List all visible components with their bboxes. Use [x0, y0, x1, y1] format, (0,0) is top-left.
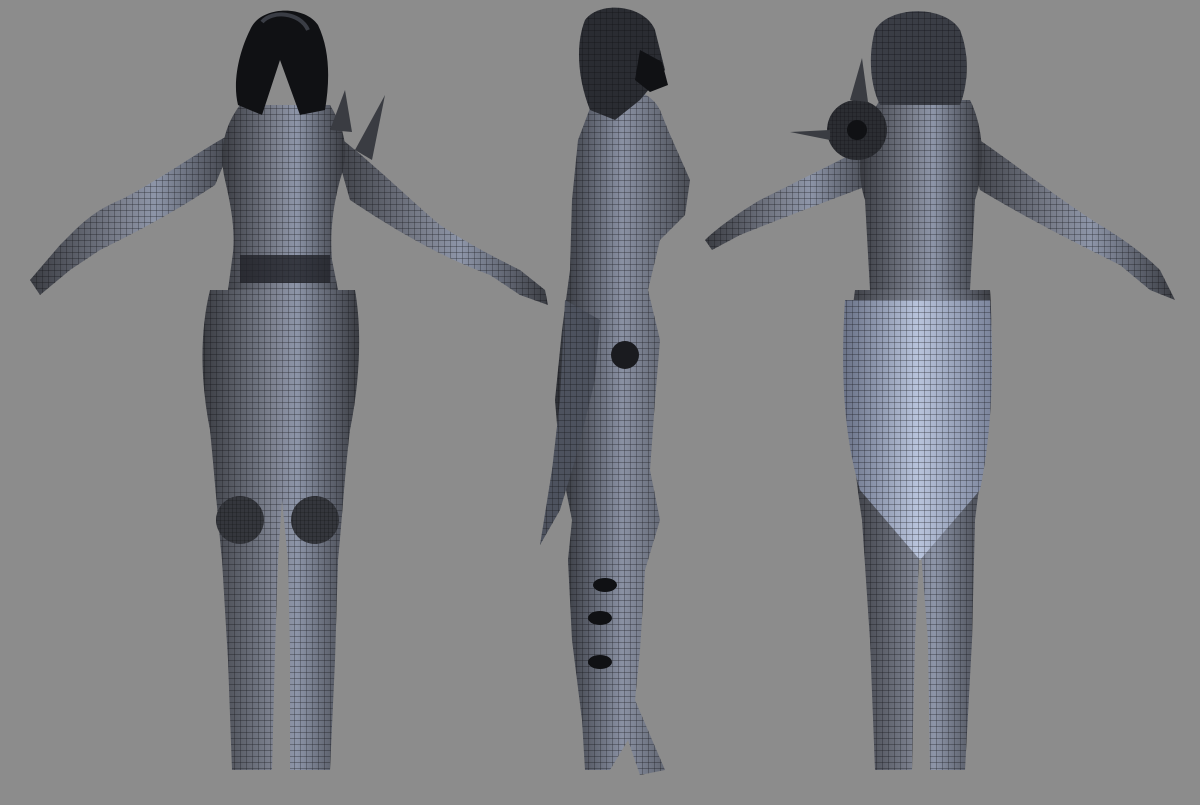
hair	[235, 10, 329, 116]
figure-side-view	[540, 7, 690, 776]
figure-back-view	[705, 11, 1175, 770]
figure-front-view	[30, 10, 548, 770]
wireframe-viewport	[30, 7, 1175, 776]
